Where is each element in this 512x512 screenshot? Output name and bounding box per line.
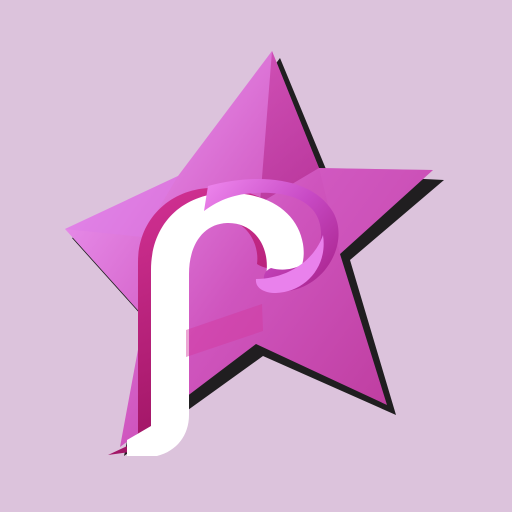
app-icon-canvas xyxy=(0,0,512,512)
star-shape xyxy=(65,51,433,447)
star-f-logo xyxy=(65,51,444,456)
